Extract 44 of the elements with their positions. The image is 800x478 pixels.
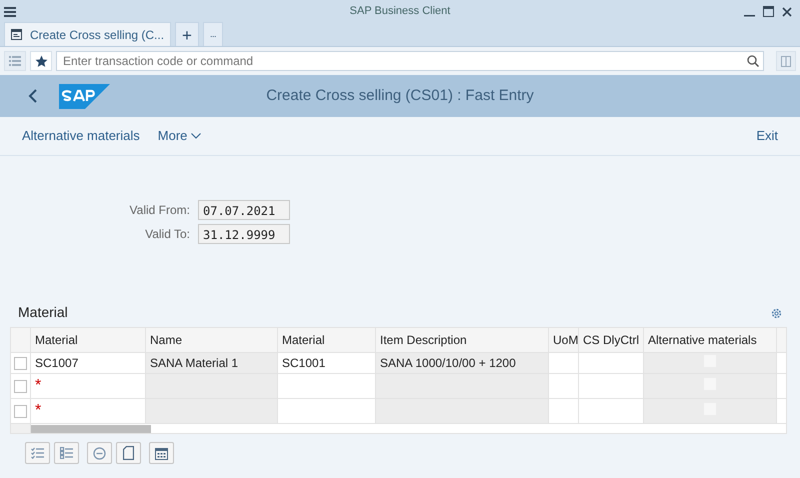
column-header[interactable]: Alternative materials — [644, 328, 776, 352]
search-icon[interactable] — [747, 55, 759, 67]
column-header[interactable]: UoM — [548, 328, 578, 352]
table-cell[interactable]: * — [35, 402, 42, 419]
date-field[interactable]: 07.07.2021 — [198, 200, 290, 220]
column-header[interactable]: Material — [278, 328, 376, 352]
back-icon[interactable] — [28, 89, 37, 103]
window-title: SAP Business Client — [350, 4, 450, 19]
calendar-icon[interactable] — [149, 442, 174, 464]
column-header[interactable]: CS DlyCtrl — [578, 328, 644, 352]
field-label: Valid From: — [128, 202, 190, 219]
new-tab-button[interactable]: + — [175, 22, 199, 46]
column-header[interactable]: Item Description — [376, 328, 548, 352]
maximize-icon[interactable] — [763, 4, 774, 18]
column-header[interactable]: Material — [30, 328, 146, 352]
column-header[interactable]: Name — [146, 328, 278, 352]
deselect-all-icon[interactable] — [54, 442, 79, 464]
table-cell: SANA 1000/10/00 + 1200 — [380, 356, 516, 370]
delete-row-icon[interactable] — [87, 442, 112, 464]
window-icon — [11, 29, 22, 40]
menu-icon[interactable] — [4, 5, 16, 17]
more-menu[interactable]: More — [158, 126, 202, 146]
close-icon[interactable] — [782, 4, 792, 17]
row-checkbox[interactable] — [14, 405, 27, 418]
select-all-icon[interactable] — [25, 442, 50, 464]
row-checkbox[interactable] — [14, 380, 27, 394]
command-field[interactable]: Enter transaction code or command — [56, 51, 764, 71]
table-title: Material — [18, 303, 68, 322]
more-tabs-button[interactable]: ... — [202, 22, 223, 46]
page-title: Create Cross selling (CS01) : Fast Entry — [266, 86, 534, 106]
tab[interactable]: Create Cross selling (C... — [4, 22, 172, 46]
row-checkbox[interactable] — [14, 357, 27, 370]
logo-icon — [59, 84, 110, 108]
exit-button[interactable]: Exit — [756, 126, 778, 146]
toolbar-link[interactable]: Alternative materials — [22, 126, 140, 146]
document-icon[interactable] — [116, 442, 141, 464]
settings-icon[interactable] — [771, 306, 782, 319]
side-panel-icon[interactable] — [776, 51, 796, 71]
table-cell: SANA Material 1 — [150, 356, 238, 370]
chevron-down-icon — [191, 133, 202, 139]
date-field[interactable]: 31.12.9999 — [198, 224, 290, 244]
table-cell[interactable]: * — [35, 377, 42, 394]
field-label: Valid To: — [144, 226, 190, 243]
scrollbar-thumb[interactable] — [31, 424, 151, 432]
